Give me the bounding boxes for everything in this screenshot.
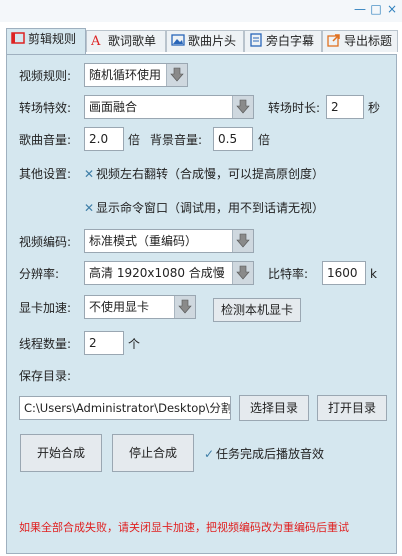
- svg-text:A: A: [91, 34, 101, 47]
- threads-label: 线程数量:: [19, 337, 72, 351]
- warning-text: 如果全部合成失败，请关闭显卡加速，把视频编码改为重编码后重试: [19, 521, 349, 534]
- threads-input[interactable]: 2: [84, 331, 124, 355]
- song-volume-unit: 倍: [128, 133, 141, 147]
- export-icon: [327, 33, 341, 47]
- maximize-button[interactable]: □: [369, 2, 383, 16]
- transition-value: 画面融合: [89, 100, 138, 114]
- flip-checkbox[interactable]: ✕ 视频左右翻转（合成慢，可以提高原创度）: [84, 166, 324, 182]
- image-icon: [171, 33, 185, 47]
- check-icon: ✓: [204, 447, 215, 461]
- bg-volume-label: 背景音量:: [150, 133, 203, 147]
- transition-duration-label: 转场时长:: [268, 101, 321, 115]
- x-icon: ✕: [84, 167, 95, 181]
- encoding-select[interactable]: 标准模式（重编码）: [84, 229, 254, 253]
- tab-narration-subtitles[interactable]: 旁白字幕: [244, 30, 322, 52]
- transition-duration-input[interactable]: 2: [326, 95, 364, 119]
- gpu-value: 不使用显卡: [89, 300, 150, 314]
- save-dir-input[interactable]: C:\Users\Administrator\Desktop\分割: [19, 396, 231, 420]
- tab-label: 歌词歌单: [108, 34, 157, 48]
- font-a-icon: A: [90, 33, 105, 49]
- close-button[interactable]: ×: [385, 2, 399, 16]
- cmd-window-checkbox[interactable]: ✕ 显示命令窗口（调试用，用不到话请无视）: [84, 200, 324, 216]
- detect-gpu-button[interactable]: 检测本机显卡: [213, 298, 301, 322]
- down-arrow-icon[interactable]: [232, 96, 253, 118]
- sound-on-finish-checkbox[interactable]: ✓ 任务完成后播放音效: [204, 446, 324, 462]
- tab-edit-rules[interactable]: 剪辑规则: [6, 28, 86, 54]
- bg-volume-unit: 倍: [258, 133, 271, 147]
- save-dir-label: 保存目录:: [19, 369, 72, 383]
- x-icon: ✕: [84, 201, 95, 215]
- flip-checkbox-label: 视频左右翻转（合成慢，可以提高原创度）: [96, 167, 325, 181]
- choose-dir-button[interactable]: 选择目录: [239, 395, 309, 421]
- down-arrow-icon[interactable]: [166, 64, 187, 86]
- other-settings-label: 其他设置:: [19, 167, 72, 181]
- bg-volume-input[interactable]: 0.5: [213, 127, 253, 151]
- bitrate-label: 比特率:: [268, 267, 309, 281]
- bitrate-input[interactable]: 1600: [322, 261, 366, 285]
- tab-lyrics[interactable]: A 歌词歌单: [86, 30, 166, 52]
- tab-label: 旁白字幕: [266, 34, 315, 48]
- resolution-value: 高清 1920x1080 合成慢: [89, 266, 225, 280]
- bitrate-unit: k: [370, 267, 377, 281]
- tab-label: 剪辑规则: [28, 32, 77, 46]
- song-volume-input[interactable]: 2.0: [84, 127, 124, 151]
- tab-song-intro[interactable]: 歌曲片头: [166, 30, 244, 52]
- video-rule-label: 视频规则:: [19, 69, 72, 83]
- tab-label: 导出标题: [344, 34, 393, 48]
- down-arrow-icon[interactable]: [232, 262, 253, 284]
- transition-select[interactable]: 画面融合: [84, 95, 254, 119]
- song-volume-label: 歌曲音量:: [19, 133, 72, 147]
- open-dir-button[interactable]: 打开目录: [317, 395, 387, 421]
- down-arrow-icon[interactable]: [174, 296, 195, 318]
- start-button[interactable]: 开始合成: [20, 434, 102, 472]
- gpu-label: 显卡加速:: [19, 301, 72, 315]
- gpu-select[interactable]: 不使用显卡: [84, 295, 196, 319]
- encoding-label: 视频编码:: [19, 235, 72, 249]
- transition-label: 转场特效:: [19, 101, 72, 115]
- tab-label: 歌曲片头: [188, 34, 237, 48]
- threads-unit: 个: [128, 337, 141, 351]
- minimize-button[interactable]: —: [353, 2, 367, 16]
- tab-bar: 剪辑规则 A 歌词歌单 歌曲片头 旁白字幕 导出标题: [6, 28, 398, 54]
- resolution-label: 分辨率:: [19, 267, 60, 281]
- seconds-unit: 秒: [368, 101, 381, 115]
- encoding-value: 标准模式（重编码）: [89, 234, 198, 248]
- down-arrow-icon[interactable]: [232, 230, 253, 252]
- cmd-window-checkbox-label: 显示命令窗口（调试用，用不到话请无视）: [96, 201, 325, 215]
- document-icon: [249, 33, 263, 47]
- sound-on-finish-label: 任务完成后播放音效: [216, 447, 325, 461]
- resolution-select[interactable]: 高清 1920x1080 合成慢: [84, 261, 254, 285]
- video-rule-select[interactable]: 随机循环使用: [84, 63, 188, 87]
- video-rule-value: 随机循环使用: [89, 68, 162, 82]
- tab-export-title[interactable]: 导出标题: [322, 30, 398, 52]
- film-icon: [11, 31, 25, 45]
- title-bar: — □ ×: [0, 0, 402, 22]
- stop-button[interactable]: 停止合成: [112, 434, 194, 472]
